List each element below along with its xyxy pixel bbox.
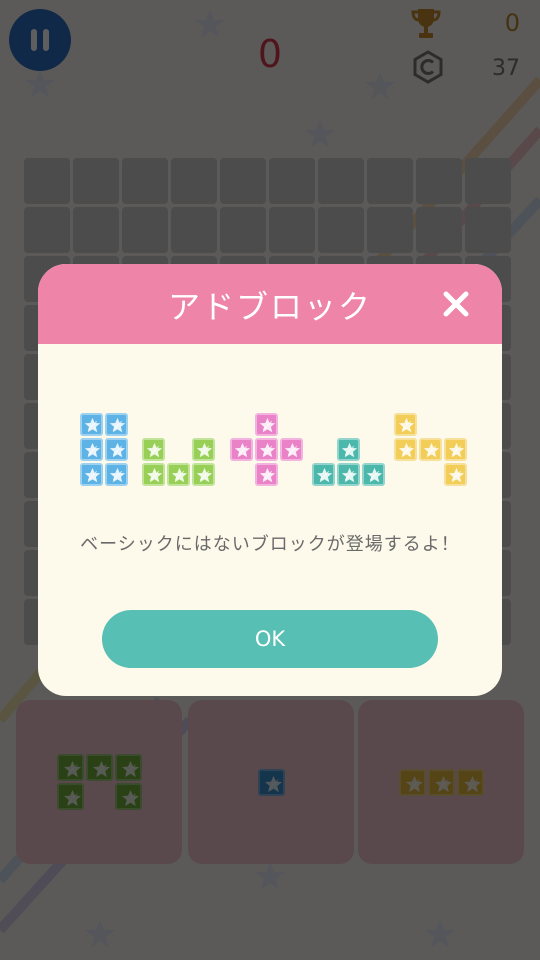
- preview-tile: [255, 438, 278, 461]
- ok-button[interactable]: OK: [102, 610, 438, 668]
- preview-tile: [105, 463, 128, 486]
- preview-tile: [337, 438, 360, 461]
- star-icon: [341, 467, 358, 483]
- block-preview: [38, 412, 502, 492]
- star-icon: [84, 467, 101, 483]
- star-icon: [366, 467, 383, 483]
- star-icon: [84, 417, 101, 433]
- preview-tile: [192, 463, 215, 486]
- star-icon: [109, 417, 126, 433]
- star-icon: [284, 442, 301, 458]
- preview-tile: [362, 463, 385, 486]
- preview-tile: [394, 413, 417, 436]
- preview-tile: [444, 438, 467, 461]
- preview-tile: [230, 438, 253, 461]
- preview-tile: [142, 463, 165, 486]
- star-icon: [398, 417, 415, 433]
- close-icon[interactable]: [438, 286, 474, 322]
- dialog-header: アドブロック: [38, 264, 502, 344]
- star-icon: [171, 467, 188, 483]
- preview-tile: [80, 438, 103, 461]
- preview-tile: [255, 463, 278, 486]
- preview-tile: [337, 463, 360, 486]
- star-icon: [109, 442, 126, 458]
- preview-tile: [394, 438, 417, 461]
- star-icon: [259, 442, 276, 458]
- star-icon: [196, 467, 213, 483]
- preview-tile: [80, 413, 103, 436]
- preview-tile: [80, 463, 103, 486]
- preview-tile: [105, 438, 128, 461]
- star-icon: [316, 467, 333, 483]
- star-icon: [109, 467, 126, 483]
- dialog-message: ベーシックにはないブロックが登場するよ！: [80, 534, 460, 555]
- preview-tile: [312, 463, 335, 486]
- star-icon: [341, 442, 358, 458]
- star-icon: [448, 467, 465, 483]
- star-icon: [259, 417, 276, 433]
- preview-tile: [167, 463, 190, 486]
- ad-block-dialog: アドブロック ベーシックにはないブロックが登場するよ！ OK: [38, 264, 502, 696]
- star-icon: [84, 442, 101, 458]
- star-icon: [423, 442, 440, 458]
- preview-tile: [280, 438, 303, 461]
- star-icon: [146, 467, 163, 483]
- preview-tile: [105, 413, 128, 436]
- star-icon: [259, 467, 276, 483]
- star-icon: [196, 442, 213, 458]
- star-icon: [234, 442, 251, 458]
- preview-tile: [255, 413, 278, 436]
- preview-tile: [192, 438, 215, 461]
- preview-tile: [142, 438, 165, 461]
- star-icon: [398, 442, 415, 458]
- star-icon: [448, 442, 465, 458]
- star-icon: [146, 442, 163, 458]
- dialog-title: アドブロック: [167, 288, 372, 326]
- preview-tile: [419, 438, 442, 461]
- preview-tile: [444, 463, 467, 486]
